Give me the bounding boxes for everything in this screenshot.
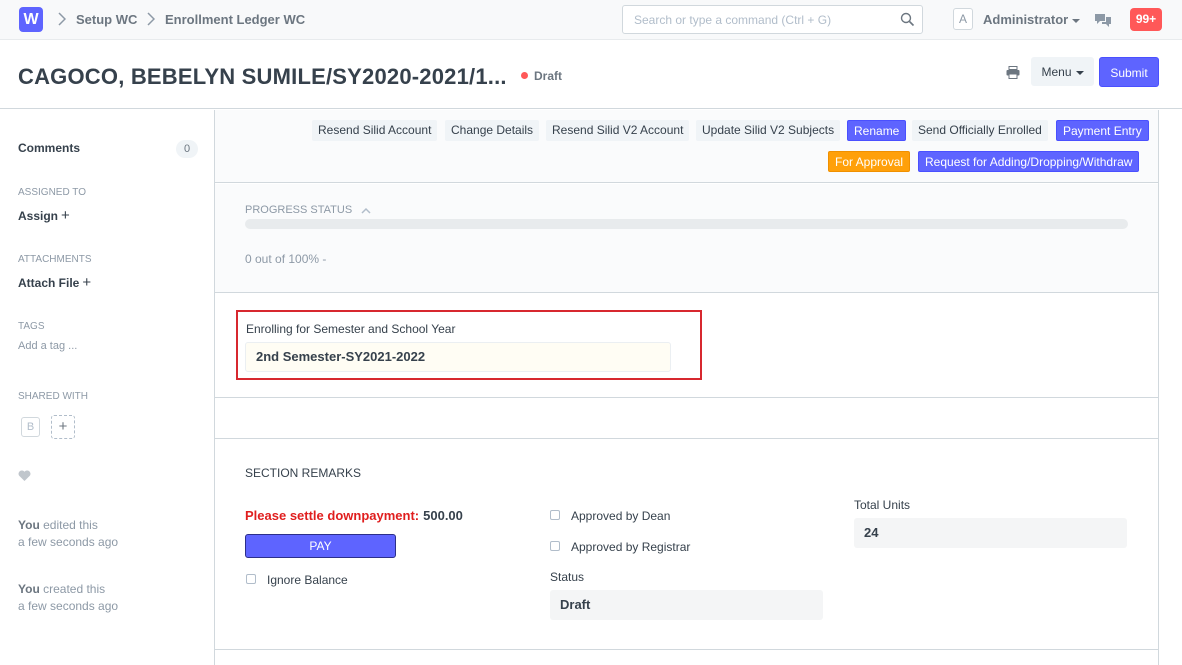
activity-time: a few seconds ago: [18, 535, 119, 549]
form-sidebar: Comments 0 ASSIGNED TO Assign + ATTACHMEN…: [0, 110, 214, 665]
approved-by-registrar-checkbox[interactable]: [550, 541, 560, 551]
attach-file-label: Attach File: [18, 276, 80, 290]
downpayment-warning: Please settle downpayment: 500.00: [245, 508, 463, 523]
progress-bar: [245, 219, 1128, 229]
search-bar: [622, 5, 923, 34]
enrolling-semester-field[interactable]: 2nd Semester-SY2021-2022: [245, 342, 671, 372]
navbar: W Setup WC Enrollment Ledger WC A Admini…: [0, 0, 1182, 40]
user-avatar[interactable]: A: [953, 8, 973, 30]
page-title: CAGOCO, BEBELYN SUMILE/SY2020-2021/1...: [18, 64, 507, 89]
plus-icon: +: [82, 274, 92, 291]
caret-down-icon: [1075, 70, 1084, 75]
activity-item: You edited this: [18, 518, 98, 532]
shared-with-label: SHARED WITH: [18, 391, 88, 402]
comments-count-badge: 0: [176, 140, 198, 158]
menu-button-label: Menu: [1041, 65, 1072, 79]
request-adding-dropping-button[interactable]: Request for Adding/Dropping/Withdraw: [918, 151, 1140, 172]
progress-text: 0 out of 100% -: [245, 252, 327, 266]
update-silid-v2-subjects-button[interactable]: Update Silid V2 Subjects: [696, 120, 841, 141]
for-approval-button[interactable]: For Approval: [828, 151, 911, 172]
app-logo[interactable]: W: [19, 7, 43, 32]
shared-user-avatar[interactable]: B: [21, 417, 40, 437]
attachments-label: ATTACHMENTS: [18, 254, 92, 265]
plus-icon: +: [61, 207, 70, 224]
status-indicator: Draft: [534, 69, 563, 83]
pay-button[interactable]: PAY: [245, 534, 396, 558]
activity-time: a few seconds ago: [18, 599, 119, 613]
add-tag-link[interactable]: Add a tag ...: [18, 340, 77, 352]
approved-by-registrar-label: Approved by Registrar: [571, 540, 691, 554]
rename-button[interactable]: Rename: [847, 120, 907, 141]
comments-link[interactable]: Comments: [18, 141, 80, 155]
downpayment-label: Please settle downpayment:: [245, 508, 420, 523]
empty-section: [215, 399, 1158, 439]
chat-icon[interactable]: [1094, 12, 1112, 31]
assign-button[interactable]: Assign +: [18, 207, 70, 224]
activity-item: You created this: [18, 582, 105, 596]
activity-action: created this: [39, 582, 106, 596]
search-input[interactable]: [623, 6, 883, 33]
breadcrumb-setup-wc[interactable]: Setup WC: [76, 12, 137, 27]
activity-action: edited this: [39, 518, 98, 532]
page-head: CAGOCO, BEBELYN SUMILE/SY2020-2021/1... …: [0, 40, 1182, 109]
approved-by-dean-label: Approved by Dean: [571, 509, 671, 523]
remarks-section: SECTION REMARKS Please settle downpaymen…: [215, 440, 1158, 650]
change-details-button[interactable]: Change Details: [445, 120, 540, 141]
progress-section-heading[interactable]: PROGRESS STATUS: [245, 204, 371, 216]
assigned-to-label: ASSIGNED TO: [18, 187, 86, 198]
activity-who: You: [18, 518, 40, 532]
search-icon[interactable]: [900, 12, 915, 30]
total-units-field: 24: [854, 518, 1127, 548]
enrolling-semester-label: Enrolling for Semester and School Year: [246, 322, 456, 336]
custom-actions: Resend Silid Account Change Details Rese…: [215, 110, 1158, 183]
chevron-right-icon: [147, 12, 156, 29]
send-officially-enrolled-button[interactable]: Send Officially Enrolled: [912, 120, 1048, 141]
status-field: Draft: [550, 590, 823, 620]
total-units-label: Total Units: [854, 498, 911, 512]
status-dot-icon: [521, 72, 528, 79]
section-remarks-heading: SECTION REMARKS: [245, 466, 362, 480]
notifications-badge[interactable]: 99+: [1130, 8, 1162, 31]
tags-label: TAGS: [18, 321, 45, 332]
approved-by-dean-checkbox[interactable]: [550, 510, 560, 520]
enrollment-section: Enrolling for Semester and School Year 2…: [215, 294, 1158, 398]
submit-button[interactable]: Submit: [1099, 57, 1159, 87]
status-label: Status: [550, 570, 585, 584]
user-name: Administrator: [983, 12, 1069, 27]
breadcrumb-enrollment-ledger[interactable]: Enrollment Ledger WC: [165, 12, 305, 27]
caret-down-icon: [1072, 18, 1081, 23]
progress-heading-label: PROGRESS STATUS: [245, 204, 353, 216]
heart-icon[interactable]: [18, 470, 31, 485]
payment-entry-button[interactable]: Payment Entry: [1056, 120, 1149, 141]
chevron-right-icon: [58, 12, 67, 29]
add-share-button[interactable]: +: [51, 415, 75, 439]
ignore-balance-checkbox[interactable]: [246, 574, 256, 584]
form-main: Resend Silid Account Change Details Rese…: [214, 110, 1159, 665]
print-icon[interactable]: [1006, 66, 1020, 82]
collapse-icon: [361, 207, 371, 214]
assign-label: Assign: [18, 209, 59, 223]
resend-silid-account-button[interactable]: Resend Silid Account: [312, 120, 438, 141]
attach-file-button[interactable]: Attach File +: [18, 274, 91, 291]
menu-button[interactable]: Menu: [1031, 57, 1094, 86]
ignore-balance-label: Ignore Balance: [267, 573, 348, 587]
resend-silid-v2-account-button[interactable]: Resend Silid V2 Account: [546, 120, 690, 141]
activity-who: You: [18, 582, 40, 596]
user-menu[interactable]: Administrator: [983, 12, 1081, 27]
downpayment-value: 500.00: [423, 508, 463, 523]
progress-section: PROGRESS STATUS 0 out of 100% -: [215, 184, 1158, 293]
